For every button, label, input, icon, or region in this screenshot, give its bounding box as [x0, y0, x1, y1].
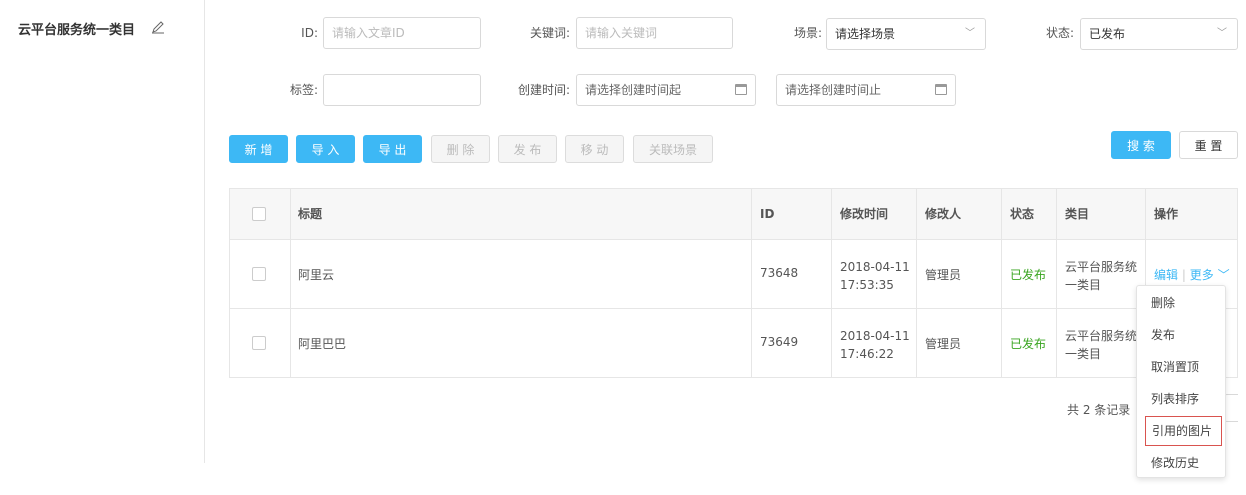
- created-time-start-input[interactable]: 请选择创建时间起: [576, 74, 756, 106]
- table-header: 标题 ID 修改时间 修改人 状态 类目 操作: [230, 189, 1237, 240]
- status-badge: 已发布: [1010, 337, 1047, 351]
- table-row: 阿里巴巴 73649 2018-04-11 17:46:22 管理员 已发布 云平…: [230, 309, 1237, 378]
- delete-button[interactable]: 删 除: [431, 135, 490, 163]
- pencil-icon[interactable]: [151, 20, 165, 34]
- articles-table: 标题 ID 修改时间 修改人 状态 类目 操作 阿里云 73648 2018-0…: [229, 188, 1238, 378]
- chevron-down-icon: ﹀: [965, 28, 975, 39]
- menu-item-unpin[interactable]: 取消置顶: [1137, 351, 1225, 383]
- keyword-filter-label: 关键词:: [529, 26, 570, 40]
- column-divider: [290, 189, 291, 377]
- import-button[interactable]: 导 入: [296, 135, 355, 163]
- id-filter-label: ID:: [301, 26, 318, 40]
- move-button[interactable]: 移 动: [565, 135, 624, 163]
- more-dropdown-trigger[interactable]: 更多 ﹀: [1190, 268, 1230, 282]
- column-header-id[interactable]: ID: [760, 189, 774, 240]
- chevron-down-icon: ﹀: [1217, 268, 1230, 282]
- keyword-input[interactable]: 请输入关键词: [576, 17, 733, 49]
- row-title: 阿里云: [298, 268, 335, 282]
- column-header-title[interactable]: 标题: [298, 189, 322, 240]
- row-id: 73649: [760, 335, 799, 349]
- select-all-checkbox[interactable]: [252, 207, 266, 221]
- row-category: 云平台服务统 一类目: [1065, 260, 1138, 292]
- row-actions: 编辑 | 更多 ﹀: [1154, 266, 1230, 283]
- sidebar: 云平台服务统一类目: [0, 0, 205, 463]
- column-divider: [916, 189, 917, 377]
- created-time-label: 创建时间:: [517, 83, 570, 97]
- column-divider: [831, 189, 832, 377]
- column-header-actions: 操作: [1154, 207, 1179, 221]
- column-header-status[interactable]: 状态: [1010, 189, 1034, 240]
- column-header-category[interactable]: 类目: [1065, 189, 1089, 240]
- add-button[interactable]: 新 增: [229, 135, 288, 163]
- row-category: 云平台服务统 一类目: [1065, 329, 1138, 361]
- edit-link[interactable]: 编辑: [1154, 268, 1178, 282]
- calendar-icon: [735, 84, 747, 95]
- status-filter-label: 状态:: [1045, 26, 1074, 40]
- search-button[interactable]: 搜 索: [1111, 131, 1171, 159]
- category-title: 云平台服务统一类目: [18, 23, 136, 38]
- column-header-modifier[interactable]: 修改人: [925, 189, 961, 240]
- menu-item-edit-history[interactable]: 修改历史: [1137, 447, 1225, 479]
- id-input[interactable]: 请输入文章ID: [323, 17, 481, 49]
- scene-select[interactable]: 请选择场景 ﹀: [826, 18, 986, 50]
- status-badge: 已发布: [1010, 268, 1047, 282]
- more-actions-menu: 删除 发布 取消置顶 列表排序 引用的图片 修改历史: [1136, 285, 1226, 478]
- status-select[interactable]: 已发布 ﹀: [1080, 18, 1238, 50]
- row-checkbox[interactable]: [252, 336, 266, 350]
- row-checkbox[interactable]: [252, 267, 266, 281]
- created-time-end-input[interactable]: 请选择创建时间止: [776, 74, 956, 106]
- scene-filter-label: 场景:: [793, 26, 822, 40]
- table-row: 阿里云 73648 2018-04-11 17:53:35 管理员 已发布 云平台…: [230, 240, 1237, 309]
- column-divider: [751, 189, 752, 377]
- export-button[interactable]: 导 出: [363, 135, 422, 163]
- row-modified-time: 2018-04-11 17:46:22: [840, 329, 910, 361]
- menu-item-publish[interactable]: 发布: [1137, 319, 1225, 351]
- total-records: 共 2 条记录: [1067, 403, 1131, 417]
- row-modifier: 管理员: [925, 268, 962, 282]
- row-modifier: 管理员: [925, 337, 962, 351]
- chevron-down-icon: ﹀: [1217, 28, 1227, 39]
- link-scene-button[interactable]: 关联场景: [633, 135, 713, 163]
- column-divider: [1056, 189, 1057, 377]
- column-header-modified-time[interactable]: 修改时间: [840, 189, 888, 240]
- row-title: 阿里巴巴: [298, 337, 347, 351]
- tag-input[interactable]: [323, 74, 481, 106]
- menu-item-referenced-images[interactable]: 引用的图片: [1145, 416, 1222, 446]
- tag-filter-label: 标签:: [289, 83, 318, 97]
- page-size-select[interactable]: [1224, 394, 1238, 422]
- menu-item-delete[interactable]: 删除: [1137, 287, 1225, 319]
- actions-separator: |: [1181, 268, 1186, 282]
- row-modified-time: 2018-04-11 17:53:35: [840, 260, 910, 292]
- reset-button[interactable]: 重 置: [1179, 131, 1238, 159]
- column-divider: [1001, 189, 1002, 377]
- menu-item-list-sort[interactable]: 列表排序: [1137, 383, 1225, 415]
- publish-button[interactable]: 发 布: [498, 135, 557, 163]
- calendar-icon: [935, 84, 947, 95]
- row-id: 73648: [760, 266, 799, 280]
